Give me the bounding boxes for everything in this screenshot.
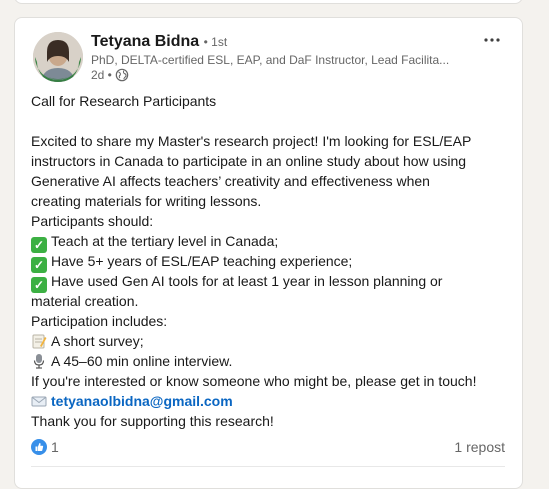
requirement-item: ✓ Teach at the tertiary level in Canada; — [31, 231, 511, 253]
requirement-continuation: material creation. — [31, 293, 139, 309]
contact-line: If you're interested or know someone who… — [31, 373, 477, 389]
author-line: Tetyana Bidna • 1st — [91, 32, 227, 52]
participants-heading: Participants should: — [31, 213, 154, 229]
post-paragraph-line: instructors in Canada to participate in … — [31, 153, 467, 169]
include-item: A 45–60 min online interview. — [31, 351, 511, 371]
envelope-icon — [31, 396, 47, 407]
previous-post-card — [14, 0, 523, 4]
post-paragraph-line: Excited to share my Master's research pr… — [31, 133, 472, 149]
include-text: A short survey; — [51, 333, 144, 349]
globe-icon — [115, 68, 129, 82]
author-name[interactable]: Tetyana Bidna — [91, 33, 199, 50]
author-headline: PhD, DELTA-certified ESL, EAP, and DaF I… — [91, 53, 450, 67]
post-paragraph-line: Generative AI affects teachers’ creativi… — [31, 173, 430, 189]
memo-icon — [32, 334, 47, 349]
requirement-item: ✓ Have 5+ years of ESL/EAP teaching exper… — [31, 251, 511, 273]
reactions-count-button[interactable]: 1 — [31, 439, 59, 455]
more-options-button[interactable] — [480, 28, 504, 52]
requirement-item: ✓ Have used Gen AI tools for at least 1 y… — [31, 271, 511, 293]
ellipsis-icon — [484, 38, 500, 42]
requirement-text: Have used Gen AI tools for at least 1 ye… — [51, 273, 443, 289]
divider — [31, 466, 505, 467]
reactions-count: 1 — [51, 439, 59, 455]
post-meta: 2d • — [91, 67, 129, 83]
post-text: Call for Research Participants Excited t… — [31, 91, 511, 431]
post-paragraph-line: creating materials for writing lessons. — [31, 193, 262, 209]
connection-degree: • 1st — [203, 35, 228, 49]
social-counts: 1 1 repost — [31, 437, 505, 457]
includes-heading: Participation includes: — [31, 313, 168, 329]
avatar-photo — [33, 32, 83, 82]
requirement-text: Have 5+ years of ESL/EAP teaching experi… — [51, 253, 353, 269]
include-item: A short survey; — [31, 331, 511, 351]
email-link[interactable]: tetyanaolbidna@gmail.com — [51, 393, 233, 409]
feed-post-card: Tetyana Bidna • 1st PhD, DELTA-certified… — [14, 17, 523, 489]
post-title: Call for Research Participants — [31, 93, 217, 109]
microphone-icon — [33, 354, 45, 369]
like-reaction-icon — [31, 439, 47, 455]
avatar[interactable] — [33, 32, 83, 82]
email-line: tetyanaolbidna@gmail.com — [31, 391, 511, 411]
thanks-line: Thank you for supporting this research! — [31, 413, 274, 429]
include-text: A 45–60 min online interview. — [51, 353, 233, 369]
post-time: 2d • — [91, 68, 112, 82]
requirement-text: Teach at the tertiary level in Canada; — [51, 233, 279, 249]
reposts-count[interactable]: 1 repost — [454, 439, 505, 455]
